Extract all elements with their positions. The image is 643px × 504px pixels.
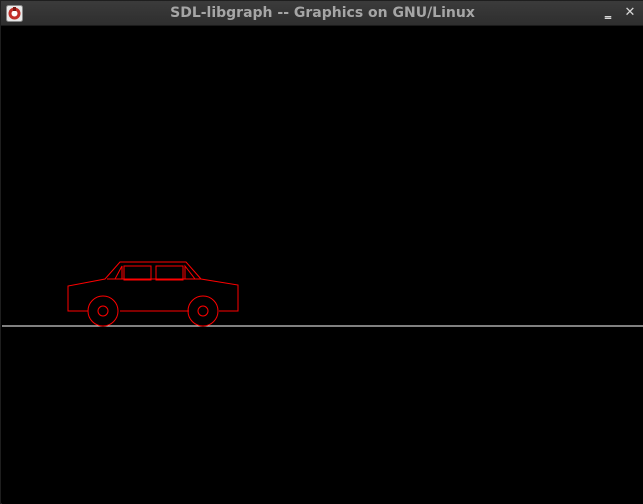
car-outline xyxy=(67,261,239,327)
car-front-wheel xyxy=(87,295,119,327)
car-rear-wheel xyxy=(187,295,219,327)
minimize-icon: ‗ xyxy=(604,5,612,20)
close-button[interactable]: ✕ xyxy=(621,4,639,22)
car-front-hub xyxy=(97,305,109,317)
car-front-window xyxy=(114,265,123,280)
car-back-window xyxy=(184,264,197,280)
minimize-button[interactable]: ‗ xyxy=(599,4,617,22)
car-body xyxy=(67,261,239,312)
close-icon: ✕ xyxy=(624,5,636,20)
app-icon[interactable] xyxy=(6,5,23,22)
graphics-canvas xyxy=(2,26,643,504)
title-bar[interactable]: SDL-libgraph -- Graphics on GNU/Linux ‗ … xyxy=(1,1,643,26)
car-window-middle xyxy=(123,265,152,281)
car-window-rear xyxy=(155,265,184,281)
window-title: SDL-libgraph -- Graphics on GNU/Linux xyxy=(170,5,475,21)
app-window: SDL-libgraph -- Graphics on GNU/Linux ‗ … xyxy=(0,0,643,504)
car-rear-hub xyxy=(197,305,209,317)
graphics-surface xyxy=(2,261,643,327)
